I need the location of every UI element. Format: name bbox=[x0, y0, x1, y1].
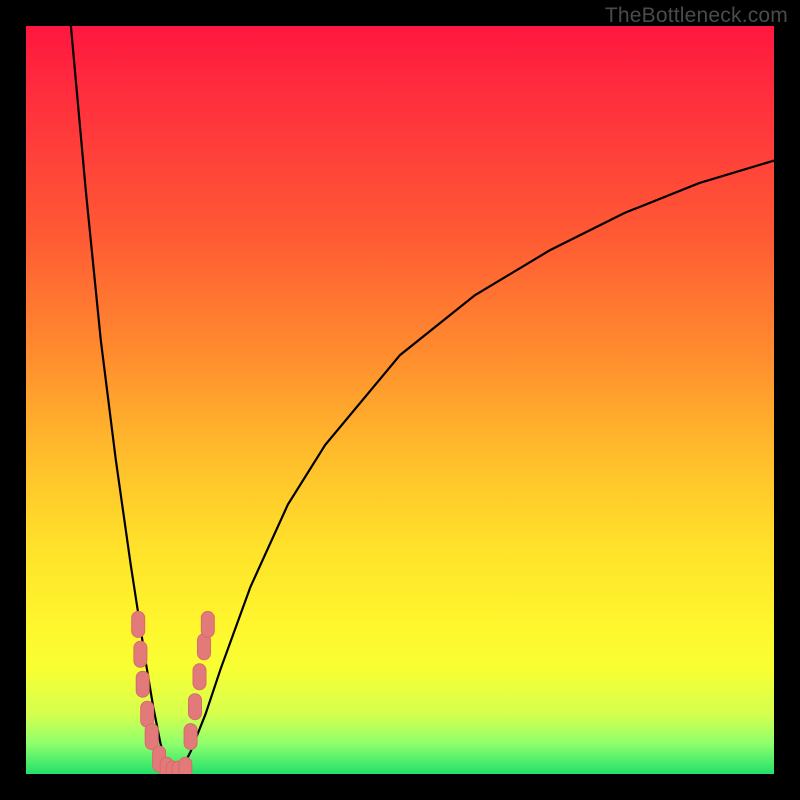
scatter-point bbox=[201, 611, 214, 637]
scatter-point bbox=[179, 757, 192, 774]
scatter-point bbox=[184, 724, 197, 750]
chart-frame: TheBottleneck.com bbox=[0, 0, 800, 800]
scatter-point bbox=[189, 694, 202, 720]
scatter-point bbox=[193, 664, 206, 690]
bottleneck-curve bbox=[71, 26, 774, 774]
scatter-point bbox=[132, 611, 145, 637]
watermark-text: TheBottleneck.com bbox=[605, 4, 788, 28]
scatter-point bbox=[136, 671, 149, 697]
plot-area bbox=[26, 26, 774, 774]
scatter-group bbox=[132, 611, 215, 774]
scatter-point bbox=[145, 724, 158, 750]
chart-svg bbox=[26, 26, 774, 774]
scatter-point bbox=[134, 641, 147, 667]
